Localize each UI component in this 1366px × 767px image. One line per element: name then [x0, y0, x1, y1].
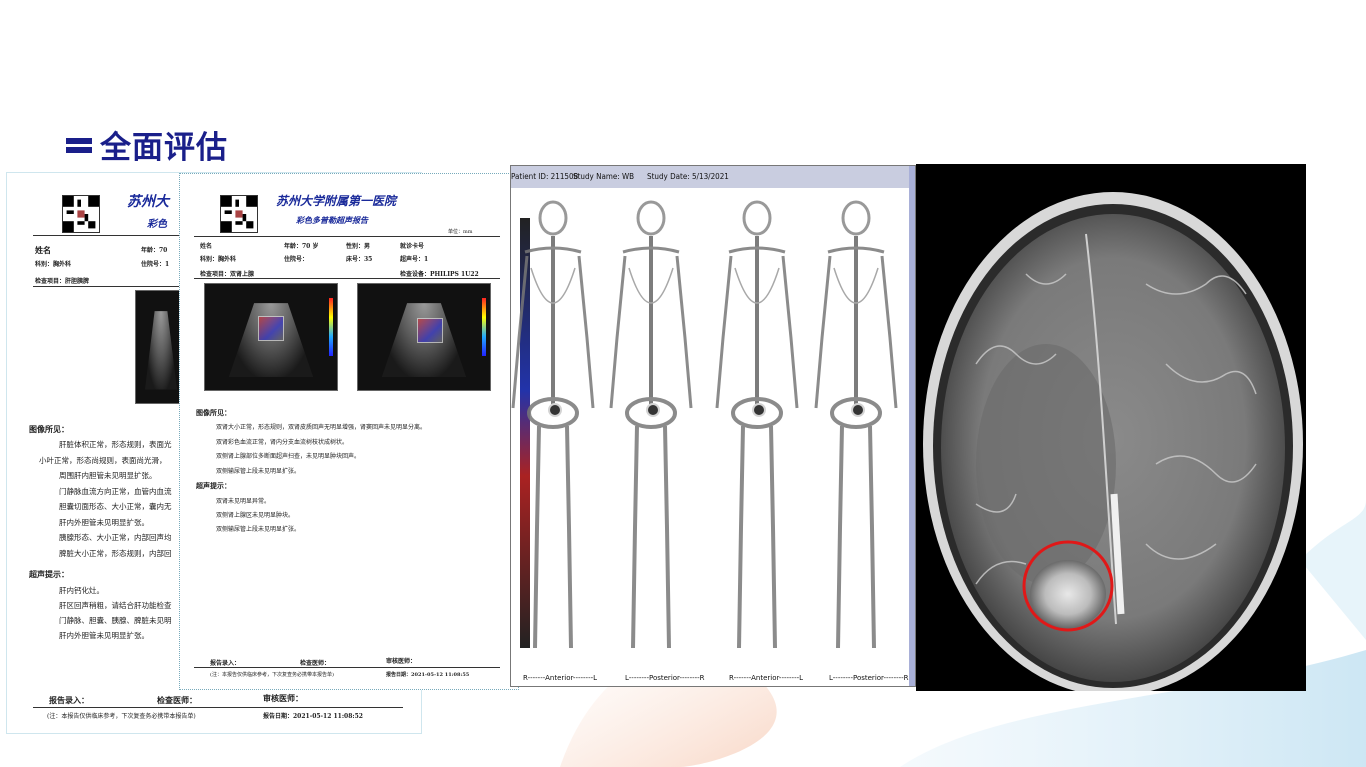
skeleton-figure	[814, 200, 898, 649]
hint-title: 超声提示：	[29, 569, 69, 579]
front-findings-line: 双肾彩色血流正常，肾内分支血流树枝状成树状。	[216, 438, 349, 446]
bed-label: 床号：35	[346, 256, 373, 263]
front-hints-line: 双侧输尿管上段未见明显扩张。	[216, 526, 301, 533]
bladder-uptake	[752, 403, 766, 417]
front-findings-line: 双肾大小正常，形态规则，双肾皮质回声无明显增强，肾窦回声未见明显分离。	[216, 424, 427, 431]
back-findings-line: 脾脏大小正常，形态规则，内部回	[59, 548, 172, 558]
device-label: 检查设备：PHILIPS 1U22	[400, 271, 479, 278]
report-note: (注：本报告仅供临床参考，下次复查务必携带本报告单)	[210, 672, 334, 678]
us-no-label: 超声号：1	[400, 256, 429, 263]
report-subtitle: 彩色	[147, 219, 167, 230]
slide-title-text: 全面评估	[100, 130, 228, 166]
front-hints-line: 双肾未见明显异常。	[216, 498, 271, 505]
exam-item: 检查项目：肝胆胰脾	[35, 278, 90, 285]
back-findings-line: 周围肝内胆管未见明显扩张。	[59, 471, 157, 480]
back-findings-line: 胆囊切面形态、大小正常，囊内无	[59, 502, 172, 511]
skeleton-figure	[609, 200, 693, 649]
brain-mri-axial	[916, 164, 1306, 691]
slide-title: 全面评估	[66, 122, 228, 167]
admission-label: 住院号：	[284, 256, 309, 263]
view-label-1: R-------Anterior--------L	[523, 674, 598, 682]
front-findings-line: 双侧输尿管上段未见明显扩张。	[216, 467, 301, 475]
front-findings-line: 双侧肾上腺部位多断面超声扫查，未见明显肿块回声。	[216, 453, 361, 460]
bladder-uptake	[646, 403, 660, 417]
study-date: Study Date: 5/13/2021	[647, 172, 729, 181]
hospital-name: 苏州大学附属第一医院	[276, 194, 397, 208]
unit-label: 单位：mm	[448, 229, 473, 235]
review-doctor-label: 审核医师：	[263, 693, 303, 703]
report-entry-label: 报告录入：	[49, 695, 89, 705]
skeleton-figure	[715, 200, 799, 649]
bone-scan-figures	[511, 200, 898, 649]
bone-scan-image: Patient ID: 211508 Study Name: WB Study …	[510, 165, 916, 687]
back-hints-line: 肝内外胆管未见明显扩张。	[59, 631, 149, 640]
back-findings-line: 肝内外胆管未见明显扩张。	[59, 517, 149, 527]
exam-doctor-label: 检查医师：	[157, 695, 197, 705]
ultrasound-report-front: 苏州大学附属第一医院 彩色多普勒超声报告 单位：mm 姓名 年龄：70 岁 性别…	[179, 173, 519, 690]
back-findings-line: 胰腺形态、大小正常，内部回声均	[59, 533, 172, 542]
front-hints-line: 双侧肾上腺区未见明显肿块。	[216, 512, 295, 519]
ultrasound-image-right	[357, 283, 491, 391]
patient-id: Patient ID: 211508	[511, 172, 579, 181]
report-entry-label: 报告录入：	[210, 660, 241, 667]
age-label: 年龄：70	[141, 247, 168, 254]
report-subtitle: 彩色多普勒超声报告	[296, 215, 368, 225]
back-hints-line: 肝区回声稍粗，请结合肝功能检查	[59, 601, 172, 610]
name-label: 姓名	[35, 245, 51, 255]
brain-lesion	[1030, 560, 1106, 628]
bladder-uptake	[851, 403, 865, 417]
hint-title: 超声提示：	[196, 481, 231, 490]
back-hints-line: 肝内钙化灶。	[59, 586, 104, 595]
bladder-uptake	[548, 403, 562, 417]
view-label-4: L--------Posterior--------R	[829, 674, 909, 682]
bone-scan-header: Patient ID: 211508 Study Name: WB Study …	[511, 166, 915, 188]
view-label-3: R-------Anterior--------L	[729, 674, 804, 682]
back-findings-line: 肝脏体积正常，形态规则，表面光	[59, 440, 172, 449]
report-date: 报告日期：2021-05-12 11:08:55	[386, 672, 470, 678]
sex-label: 性别：男	[346, 243, 371, 250]
findings-title: 图像所见：	[196, 408, 231, 417]
title-bullet-icon	[66, 135, 92, 155]
hospital-name: 苏州大	[127, 194, 169, 210]
study-name: Study Name: WB	[573, 172, 635, 181]
report-date: 报告日期：2021-05-12 11:08:52	[263, 713, 363, 720]
report-note: (注：本报告仅供临床参考，下次复查务必携带本报告单)	[47, 713, 196, 720]
back-findings-line: 门静脉血流方向正常，血管内血流	[59, 486, 172, 496]
card-label: 就诊卡号	[400, 243, 425, 250]
view-label-2: L--------Posterior--------R	[625, 674, 705, 682]
name-label: 姓名	[200, 243, 213, 250]
qr-code-icon	[220, 195, 258, 233]
back-findings-line: 小叶正常，形态尚规则，表面尚光滑，	[39, 455, 167, 465]
findings-title: 图像所见：	[29, 424, 69, 434]
exam-item: 检查项目：双肾上腺	[200, 271, 255, 278]
exam-doctor-label: 检查医师：	[300, 660, 331, 667]
ultrasound-image-left	[204, 283, 338, 391]
dept-label: 科别：胸外科	[35, 261, 72, 268]
review-doctor-label: 审核医师：	[386, 658, 417, 665]
admission-label: 住院号：1	[141, 261, 170, 268]
brain-mri-image	[916, 164, 1306, 691]
qr-code-icon	[62, 195, 100, 233]
back-hints-line: 门静脉、胆囊、胰腺、脾脏未见明	[59, 616, 172, 625]
age-label: 年龄：70 岁	[284, 243, 319, 250]
dept-label: 科别：胸外科	[200, 256, 237, 263]
